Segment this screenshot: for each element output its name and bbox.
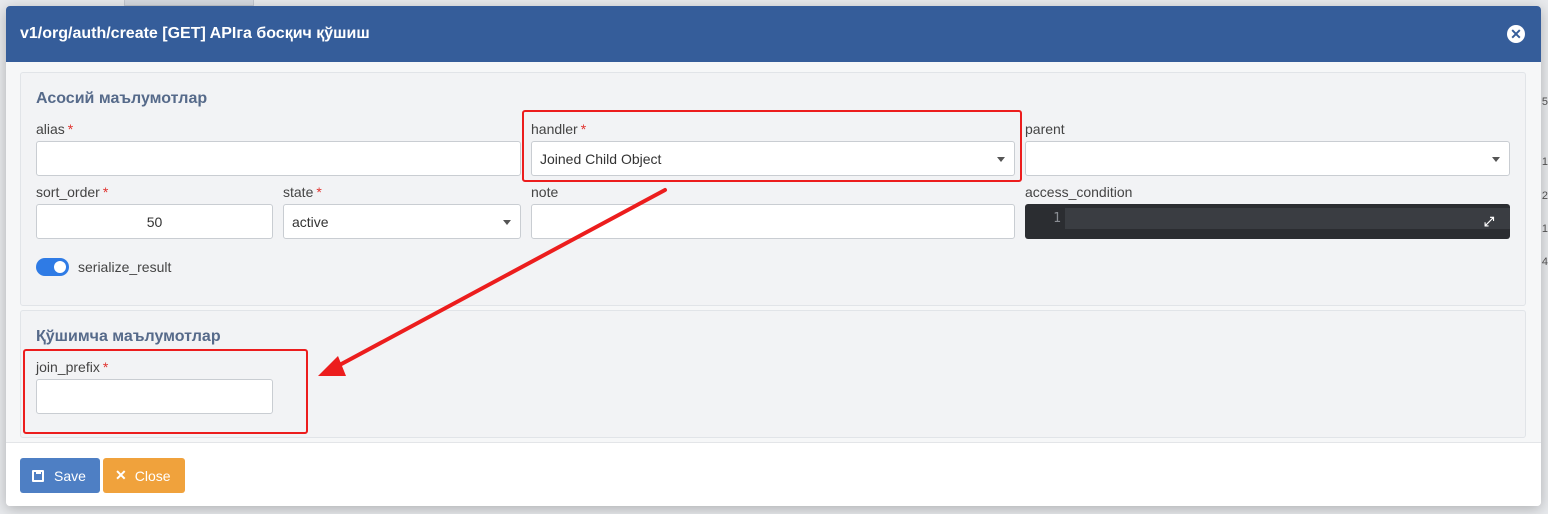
- access-condition-field: access_condition 1 ⤢: [1025, 183, 1510, 239]
- state-field: state * active: [283, 183, 521, 239]
- alias-field: alias *: [36, 120, 521, 176]
- close-circle-icon[interactable]: ✕: [1507, 25, 1525, 43]
- expand-icon[interactable]: ⤢: [1482, 215, 1496, 229]
- modal-header: v1/org/auth/create [GET] APIга босқич қў…: [6, 6, 1541, 62]
- parent-select[interactable]: [1025, 141, 1510, 176]
- parent-field: parent: [1025, 120, 1510, 176]
- state-value: active: [292, 213, 329, 230]
- annotation-box-handler: [522, 110, 1022, 182]
- chevron-down-icon: [1492, 157, 1500, 162]
- note-input[interactable]: [531, 204, 1015, 239]
- serialize-result-toggle[interactable]: [36, 258, 69, 276]
- required-marker: *: [67, 121, 74, 137]
- background-digit: 1: [1541, 156, 1548, 168]
- modal-footer: Save ✕ Close: [6, 442, 1541, 506]
- modal-title: v1/org/auth/create [GET] APIга босқич қў…: [20, 25, 370, 42]
- sort-order-label: sort_order: [36, 184, 100, 200]
- alias-input[interactable]: [36, 141, 521, 176]
- note-label: note: [531, 184, 559, 200]
- serialize-result-row: serialize_result: [36, 258, 171, 276]
- sort-order-input[interactable]: 50: [36, 204, 273, 239]
- alias-label: alias: [36, 121, 65, 137]
- main-info-title: Асосий маълумотлар: [36, 90, 208, 107]
- active-code-line[interactable]: [1065, 208, 1510, 229]
- extra-info-title: Қўшимча маълумотлар: [36, 328, 221, 345]
- close-icon: ✕: [115, 467, 127, 483]
- background-digit: 2: [1541, 190, 1548, 202]
- annotation-box-join-prefix: [23, 349, 308, 434]
- close-button[interactable]: ✕ Close: [103, 458, 185, 493]
- serialize-result-label: serialize_result: [78, 259, 172, 275]
- close-button-label: Close: [134, 467, 171, 484]
- background-digit: 5: [1541, 96, 1548, 108]
- save-button-label: Save: [54, 467, 86, 484]
- state-label: state: [283, 184, 314, 200]
- parent-label: parent: [1025, 121, 1065, 137]
- background-digit: 1: [1541, 223, 1548, 235]
- sort-order-field: sort_order * 50: [36, 183, 273, 239]
- required-marker: *: [102, 184, 109, 200]
- access-condition-editor[interactable]: 1 ⤢: [1025, 204, 1510, 239]
- note-field: note: [531, 183, 1015, 239]
- line-number: 1: [1053, 211, 1061, 226]
- save-button[interactable]: Save: [20, 458, 100, 493]
- required-marker: *: [316, 184, 322, 200]
- background-digit: 4: [1541, 256, 1548, 268]
- main-info-panel: Асосий маълумотлар alias * handler * Joine…: [20, 72, 1526, 306]
- access-condition-label: access_condition: [1025, 184, 1133, 200]
- floppy-disk-icon: [32, 469, 44, 482]
- state-select[interactable]: active: [283, 204, 521, 239]
- chevron-down-icon: [503, 220, 511, 225]
